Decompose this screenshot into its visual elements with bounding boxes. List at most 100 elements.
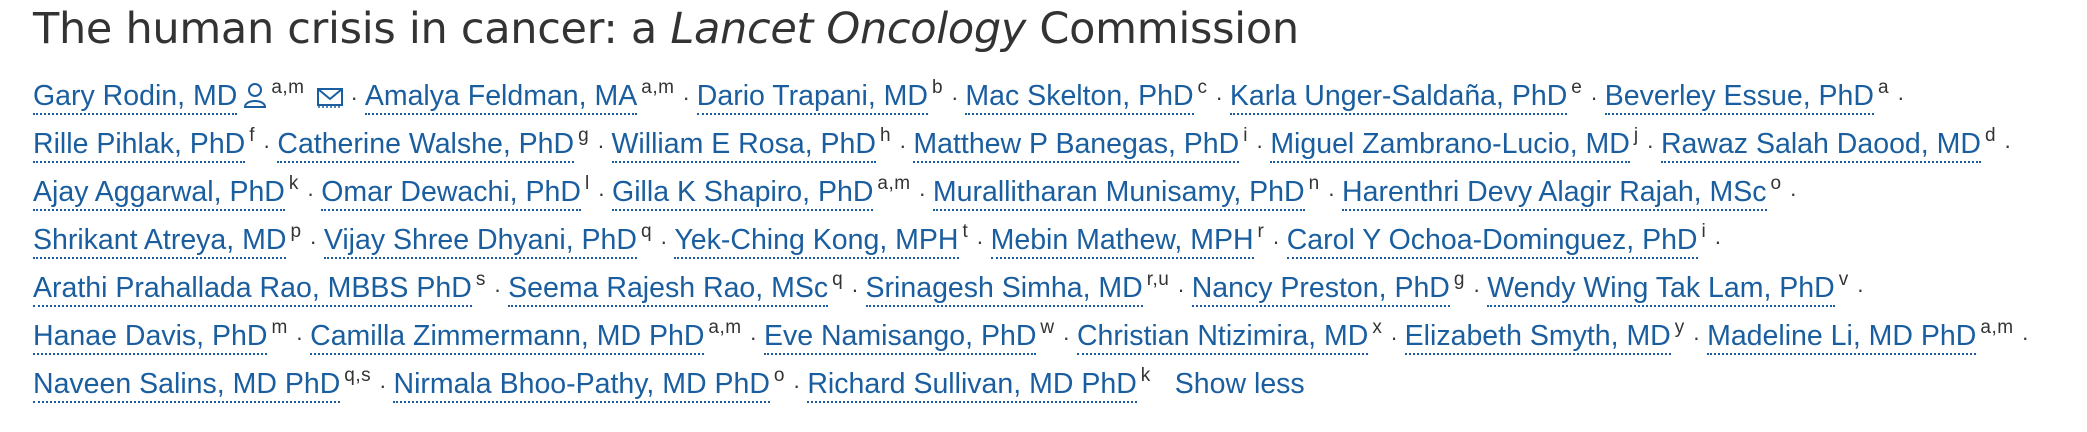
- author-link[interactable]: Karla Unger-Saldaña, PhD: [1229, 80, 1568, 115]
- author-link[interactable]: Elizabeth Smyth, MD: [1404, 320, 1671, 355]
- separator-dot: ·: [1646, 133, 1654, 158]
- affiliation-sup: a,m: [271, 77, 305, 98]
- separator-dot: ·: [1789, 181, 1797, 206]
- author-link[interactable]: Yek-Ching Kong, MPH: [674, 224, 959, 259]
- author-link[interactable]: Harenthri Devy Alagir Rajah, MSc: [1342, 176, 1767, 211]
- affiliation-sup: a,m: [641, 77, 675, 98]
- affiliation-sup: r,u: [1146, 269, 1170, 290]
- author-line: Naveen Salins, MD PhD q,s · Nirmala Bhoo-Pa…: [33, 360, 2078, 408]
- separator-dot: ·: [1856, 277, 1865, 302]
- author-line: Gary Rodin, MD a,m · Amalya Feldman, MA a,m ·…: [33, 72, 2078, 120]
- affiliation-sup: b: [932, 77, 944, 98]
- affiliation-sup: q,s: [344, 365, 372, 386]
- affiliation-sup: a,m: [877, 173, 911, 194]
- author-link[interactable]: William E Rosa, PhD: [611, 128, 876, 163]
- author-link[interactable]: Christian Ntizimira, MD: [1076, 320, 1369, 355]
- affiliation-sup: k: [1140, 365, 1151, 386]
- author-link[interactable]: Matthew P Banegas, PhD: [913, 128, 1240, 163]
- title-suffix: Commission: [1026, 4, 1299, 54]
- separator-dot: ·: [1472, 277, 1481, 302]
- title-text: The human crisis in cancer: a: [33, 4, 671, 54]
- affiliation-sup: a,m: [708, 317, 742, 338]
- separator-dot: ·: [1255, 133, 1264, 158]
- author-link[interactable]: Gilla K Shapiro, PhD: [612, 176, 874, 211]
- author-link[interactable]: Seema Rajesh Rao, MSc: [508, 272, 829, 307]
- affiliation-sup: h: [880, 125, 892, 146]
- affiliation-sup: l: [584, 173, 590, 194]
- affiliation-sup: a: [1878, 77, 1890, 98]
- separator-dot: ·: [899, 133, 907, 158]
- author-line: Shrikant Atreya, MD p · Vijay Shree Dhyani,…: [33, 216, 2078, 264]
- separator-dot: ·: [2021, 325, 2029, 350]
- affiliation-sup: a,m: [1980, 317, 2014, 338]
- author-link[interactable]: Camilla Zimmermann, MD PhD: [310, 320, 705, 355]
- affiliation-sup: i: [1701, 221, 1707, 242]
- separator-dot: ·: [951, 85, 959, 110]
- separator-dot: ·: [379, 373, 387, 398]
- affiliation-sup: k: [288, 173, 299, 194]
- author-link[interactable]: Srinagesh Simha, MD: [865, 272, 1143, 307]
- separator-dot: ·: [1692, 325, 1701, 350]
- journal-name: Lancet Oncology: [670, 4, 1027, 54]
- author-link[interactable]: Ajay Aggarwal, PhD: [33, 176, 285, 211]
- separator-dot: ·: [918, 181, 926, 206]
- author-link[interactable]: Gary Rodin, MD: [33, 80, 238, 115]
- separator-dot: ·: [682, 85, 690, 110]
- separator-dot: ·: [493, 277, 502, 302]
- separator-dot: ·: [1714, 229, 1722, 254]
- author-line: Rille Pihlak, PhD f · Catherine Walshe, PhD…: [33, 120, 2078, 168]
- author-link[interactable]: Amalya Feldman, MA: [364, 80, 638, 115]
- author-link[interactable]: Madeline Li, MD PhD: [1707, 320, 1977, 355]
- separator-dot: ·: [1272, 229, 1280, 254]
- author-link[interactable]: Arathi Prahallada Rao, MBBS PhD: [33, 272, 472, 307]
- author-link[interactable]: Naveen Salins, MD PhD: [33, 368, 341, 403]
- author-link[interactable]: Shrikant Atreya, MD: [33, 224, 287, 259]
- author-link[interactable]: Rille Pihlak, PhD: [33, 128, 246, 163]
- author-link[interactable]: Wendy Wing Tak Lam, PhD: [1487, 272, 1835, 307]
- author-link[interactable]: Beverley Essue, PhD: [1604, 80, 1874, 115]
- author-link[interactable]: Nancy Preston, PhD: [1191, 272, 1450, 307]
- author-line: Arathi Prahallada Rao, MBBS PhD s · Seema R…: [33, 264, 2078, 312]
- author-link[interactable]: Dario Trapani, MD: [696, 80, 929, 115]
- author-link[interactable]: Mebin Mathew, MPH: [990, 224, 1254, 259]
- separator-dot: ·: [597, 181, 606, 206]
- author-link[interactable]: Omar Dewachi, PhD: [321, 176, 581, 211]
- affiliation-sup: f: [249, 125, 256, 146]
- affiliation-sup: j: [1633, 125, 1639, 146]
- affiliation-sup: g: [578, 125, 590, 146]
- affiliation-sup: d: [1984, 125, 1997, 146]
- separator-dot: ·: [1062, 325, 1070, 350]
- separator-dot: ·: [295, 325, 304, 350]
- author-link[interactable]: Vijay Shree Dhyani, PhD: [323, 224, 637, 259]
- separator-dot: ·: [1327, 181, 1336, 206]
- author-link[interactable]: Mac Skelton, PhD: [965, 80, 1194, 115]
- author-line: Ajay Aggarwal, PhD k · Omar Dewachi, PhD l · G…: [33, 168, 2078, 216]
- author-link[interactable]: Carol Y Ochoa-Dominguez, PhD: [1286, 224, 1698, 259]
- author-link[interactable]: Murallitharan Munisamy, PhD: [932, 176, 1305, 211]
- author-link[interactable]: Nirmala Bhoo-Pathy, MD PhD: [393, 368, 770, 403]
- author-link[interactable]: Eve Namisango, PhD: [763, 320, 1037, 355]
- separator-dot: ·: [976, 229, 984, 254]
- affiliation-sup: s: [475, 269, 486, 290]
- affiliation-sup: r: [1257, 221, 1265, 242]
- separator-dot: ·: [1590, 85, 1598, 110]
- article-title: The human crisis in cancer: a Lancet Onc…: [33, 0, 2087, 57]
- author-line: Hanae Davis, PhD m · Camilla Zimmermann, MD…: [33, 312, 2078, 360]
- author-link[interactable]: Miguel Zambrano-Lucio, MD: [1270, 128, 1630, 163]
- affiliation-sup: p: [290, 221, 302, 242]
- show-less-link[interactable]: Show less: [1175, 368, 1305, 400]
- affiliation-sup: i: [1243, 125, 1248, 146]
- author-link[interactable]: Hanae Davis, PhD: [33, 320, 268, 355]
- author-link[interactable]: Rawaz Salah Daood, MD: [1660, 128, 1981, 163]
- envelope-icon[interactable]: [316, 75, 343, 123]
- person-icon[interactable]: [243, 75, 267, 123]
- separator-dot: ·: [306, 181, 315, 206]
- affiliation-sup: w: [1040, 317, 1055, 338]
- author-link[interactable]: Richard Sullivan, MD PhD: [807, 368, 1137, 403]
- author-link[interactable]: Catherine Walshe, PhD: [277, 128, 575, 163]
- affiliation-sup: g: [1453, 269, 1465, 290]
- affiliation-sup: x: [1372, 317, 1383, 338]
- author-list: Gary Rodin, MD a,m · Amalya Feldman, MA a,m ·…: [33, 72, 2078, 408]
- separator-dot: ·: [749, 325, 757, 350]
- separator-dot: ·: [1897, 85, 1905, 110]
